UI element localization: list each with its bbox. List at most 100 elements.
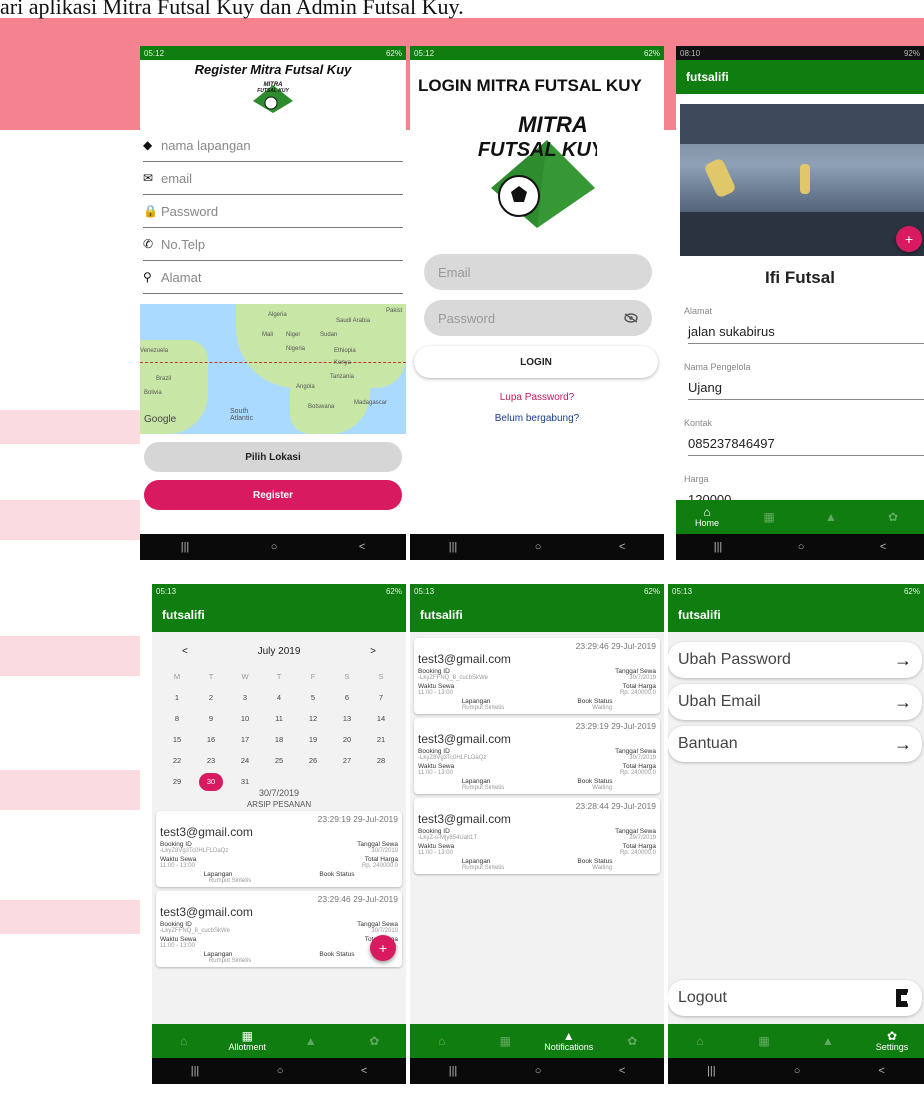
prev-month-button[interactable]: < <box>182 646 188 657</box>
day-cell[interactable]: 4 <box>262 693 296 702</box>
day-cell[interactable]: 3 <box>228 693 262 702</box>
day-cell[interactable]: 2 <box>194 693 228 702</box>
nav-home[interactable]: ⌂ <box>410 1035 474 1047</box>
day-cell[interactable]: 18 <box>262 735 296 744</box>
day-cell[interactable]: 21 <box>364 735 398 744</box>
nav-settings[interactable]: ✿ <box>862 511 924 523</box>
booking-card[interactable]: 23:29:19 29-Jul-2019 test3@gmail.com Boo… <box>156 811 402 887</box>
booking-id: -LkyZ8Vg3Tc0HLFLDaQz <box>418 755 487 761</box>
day-cell[interactable]: 6 <box>330 693 364 702</box>
day-cell[interactable]: 27 <box>330 756 364 765</box>
recents-button[interactable]: ||| <box>707 1065 716 1077</box>
phone-field[interactable]: ✆ No.Telp <box>143 228 403 261</box>
day-cell[interactable]: 5 <box>296 693 330 702</box>
home-button[interactable]: ○ <box>798 541 805 553</box>
recents-button[interactable]: ||| <box>191 1065 200 1077</box>
email-field[interactable]: ✉ email <box>143 162 403 195</box>
logout-button[interactable]: Logout <box>668 980 922 1016</box>
day-cell[interactable]: 26 <box>296 756 330 765</box>
email-input[interactable]: Email <box>424 254 652 290</box>
status-label: Book Status <box>577 698 613 705</box>
back-button[interactable]: < <box>880 541 886 553</box>
password-field[interactable]: 🔒 Password <box>143 195 403 228</box>
day-cell[interactable]: 13 <box>330 714 364 723</box>
nav-notifications[interactable]: ▲ <box>796 1035 860 1047</box>
change-password-button[interactable]: Ubah Password → <box>668 642 922 678</box>
nav-settings[interactable]: ✿ <box>601 1035 665 1047</box>
nav-settings[interactable]: ✿ Settings <box>860 1030 924 1052</box>
login-button[interactable]: LOGIN <box>414 346 658 378</box>
nav-home[interactable]: ⌂ Home <box>676 506 738 528</box>
day-cell[interactable]: 29 <box>160 777 194 786</box>
nav-settings[interactable]: ✿ <box>343 1035 407 1047</box>
map-label: Madagascar <box>354 400 388 406</box>
booking-card[interactable]: 23:28:44 29-Jul-2019 test3@gmail.com Boo… <box>414 798 660 874</box>
location-map[interactable]: Algeria Saudi Arabia Pakist Mali Niger S… <box>140 304 406 434</box>
pick-location-button[interactable]: Pilih Lokasi <box>144 442 402 472</box>
day-cell[interactable]: 22 <box>160 756 194 765</box>
visibility-off-icon[interactable] <box>624 313 638 323</box>
recents-button[interactable]: ||| <box>181 541 190 553</box>
change-email-button[interactable]: Ubah Email → <box>668 684 922 720</box>
day-cell[interactable]: 28 <box>364 756 398 765</box>
day-cell[interactable]: 12 <box>296 714 330 723</box>
day-cell[interactable]: 31 <box>228 777 262 786</box>
change-password-label: Ubah Password <box>678 651 791 668</box>
booking-card[interactable]: 23:29:46 29-Jul-2019 test3@gmail.com Boo… <box>156 891 402 967</box>
manager-value[interactable]: Ujang <box>688 380 924 400</box>
back-button[interactable]: < <box>619 541 625 553</box>
contact-value[interactable]: 085237846497 <box>688 436 924 456</box>
day-cell[interactable]: 24 <box>228 756 262 765</box>
next-month-button[interactable]: > <box>370 646 376 657</box>
home-button[interactable]: ○ <box>277 1065 284 1077</box>
day-cell[interactable]: 25 <box>262 756 296 765</box>
address-value[interactable]: jalan sukabirus <box>688 324 924 344</box>
nama-lapangan-field[interactable]: ◆ nama lapangan <box>143 129 403 162</box>
day-cell[interactable]: 9 <box>194 714 228 723</box>
day-cell[interactable]: 16 <box>194 735 228 744</box>
nav-notifications-label: Notifications <box>544 1042 594 1052</box>
recents-button[interactable]: ||| <box>714 541 723 553</box>
back-button[interactable]: < <box>879 1065 885 1077</box>
back-button[interactable]: < <box>361 1065 367 1077</box>
nav-home[interactable]: ⌂ <box>152 1035 216 1047</box>
forgot-password-link[interactable]: Lupa Password? <box>410 392 664 403</box>
nav-notifications[interactable]: ▲ <box>279 1035 343 1047</box>
day-cell[interactable]: 7 <box>364 693 398 702</box>
address-field[interactable]: ⚲ Alamat <box>143 261 403 294</box>
nav-notifications[interactable]: ▲ <box>800 511 862 523</box>
booking-card[interactable]: 23:29:19 29-Jul-2019 test3@gmail.com Boo… <box>414 718 660 794</box>
help-button[interactable]: Bantuan → <box>668 726 922 762</box>
register-button[interactable]: Register <box>144 480 402 510</box>
day-cell[interactable]: 14 <box>364 714 398 723</box>
nav-allotment[interactable]: ▦ <box>474 1035 538 1047</box>
day-cell-selected[interactable]: 30 <box>194 772 228 791</box>
recents-button[interactable]: ||| <box>449 1065 458 1077</box>
day-cell[interactable]: 10 <box>228 714 262 723</box>
home-button[interactable]: ○ <box>794 1065 801 1077</box>
nav-allotment[interactable]: ▦ <box>738 511 800 523</box>
nav-notifications[interactable]: ▲ Notifications <box>537 1030 601 1052</box>
booking-card[interactable]: 23:29:46 29-Jul-2019 test3@gmail.com Boo… <box>414 638 660 714</box>
nav-home[interactable]: ⌂ <box>668 1035 732 1047</box>
back-button[interactable]: < <box>359 541 365 553</box>
day-cell[interactable]: 20 <box>330 735 364 744</box>
back-button[interactable]: < <box>619 1065 625 1077</box>
nav-allotment[interactable]: ▦ <box>732 1035 796 1047</box>
add-booking-button[interactable]: + <box>370 935 396 961</box>
nav-allotment[interactable]: ▦ Allotment <box>216 1030 280 1052</box>
day-cell[interactable]: 15 <box>160 735 194 744</box>
day-cell[interactable]: 8 <box>160 714 194 723</box>
add-photo-button[interactable]: + <box>896 226 922 252</box>
home-button[interactable]: ○ <box>535 541 542 553</box>
day-cell[interactable]: 19 <box>296 735 330 744</box>
home-button[interactable]: ○ <box>271 541 278 553</box>
day-cell[interactable]: 23 <box>194 756 228 765</box>
day-cell[interactable]: 11 <box>262 714 296 723</box>
join-link[interactable]: Belum bergabung? <box>410 413 664 424</box>
day-cell[interactable]: 17 <box>228 735 262 744</box>
recents-button[interactable]: ||| <box>449 541 458 553</box>
password-input[interactable]: Password <box>424 300 652 336</box>
home-button[interactable]: ○ <box>535 1065 542 1077</box>
day-cell[interactable]: 1 <box>160 693 194 702</box>
